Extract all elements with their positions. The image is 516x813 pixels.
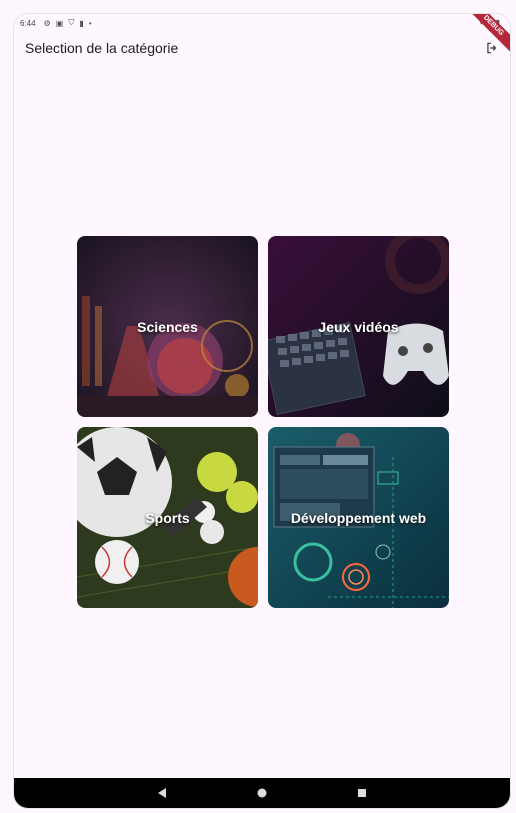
status-time: 6:44 <box>20 18 36 28</box>
category-label: Jeux vidéos <box>318 318 399 335</box>
gear-icon: ⚙ <box>43 18 51 28</box>
recents-square-icon <box>358 789 366 797</box>
recents-button[interactable] <box>312 788 412 798</box>
category-card-sports[interactable]: Sports <box>77 427 258 608</box>
dot-icon: • <box>88 18 92 28</box>
home-button[interactable] <box>212 788 312 798</box>
category-grid: Sciences Jeux vidéos Sports Développemen… <box>77 236 449 608</box>
home-circle-icon <box>257 788 267 798</box>
system-navigation-bar <box>14 778 510 808</box>
category-card-jeux-videos[interactable]: Jeux vidéos <box>268 236 449 417</box>
category-label: Développement web <box>290 509 427 526</box>
back-triangle-icon <box>158 788 166 798</box>
category-card-developpement-web[interactable]: Développement web <box>268 427 449 608</box>
font-icon: ▣ <box>55 18 64 28</box>
logout-button[interactable] <box>482 38 502 58</box>
shield-icon: ⛉ <box>68 18 75 27</box>
status-bar: 6:44 ⚙ ▣ ⛉ ▮ • ▾ ◢ ▮ DEBUG <box>14 14 510 55</box>
app-bar: Selection de la catégorie <box>14 34 510 62</box>
category-label: Sciences <box>137 318 198 335</box>
category-label: Sports <box>145 509 190 526</box>
page-title: Selection de la catégorie <box>25 40 179 56</box>
logout-icon <box>487 42 497 54</box>
sd-card-icon: ▮ <box>79 18 84 28</box>
back-button[interactable] <box>112 788 212 798</box>
status-icons: ⚙ ▣ ⛉ ▮ • <box>44 18 92 28</box>
category-card-sciences[interactable]: Sciences <box>77 236 258 417</box>
app-window: 6:44 ⚙ ▣ ⛉ ▮ • ▾ ◢ ▮ DEBUG Selection de … <box>14 14 510 808</box>
